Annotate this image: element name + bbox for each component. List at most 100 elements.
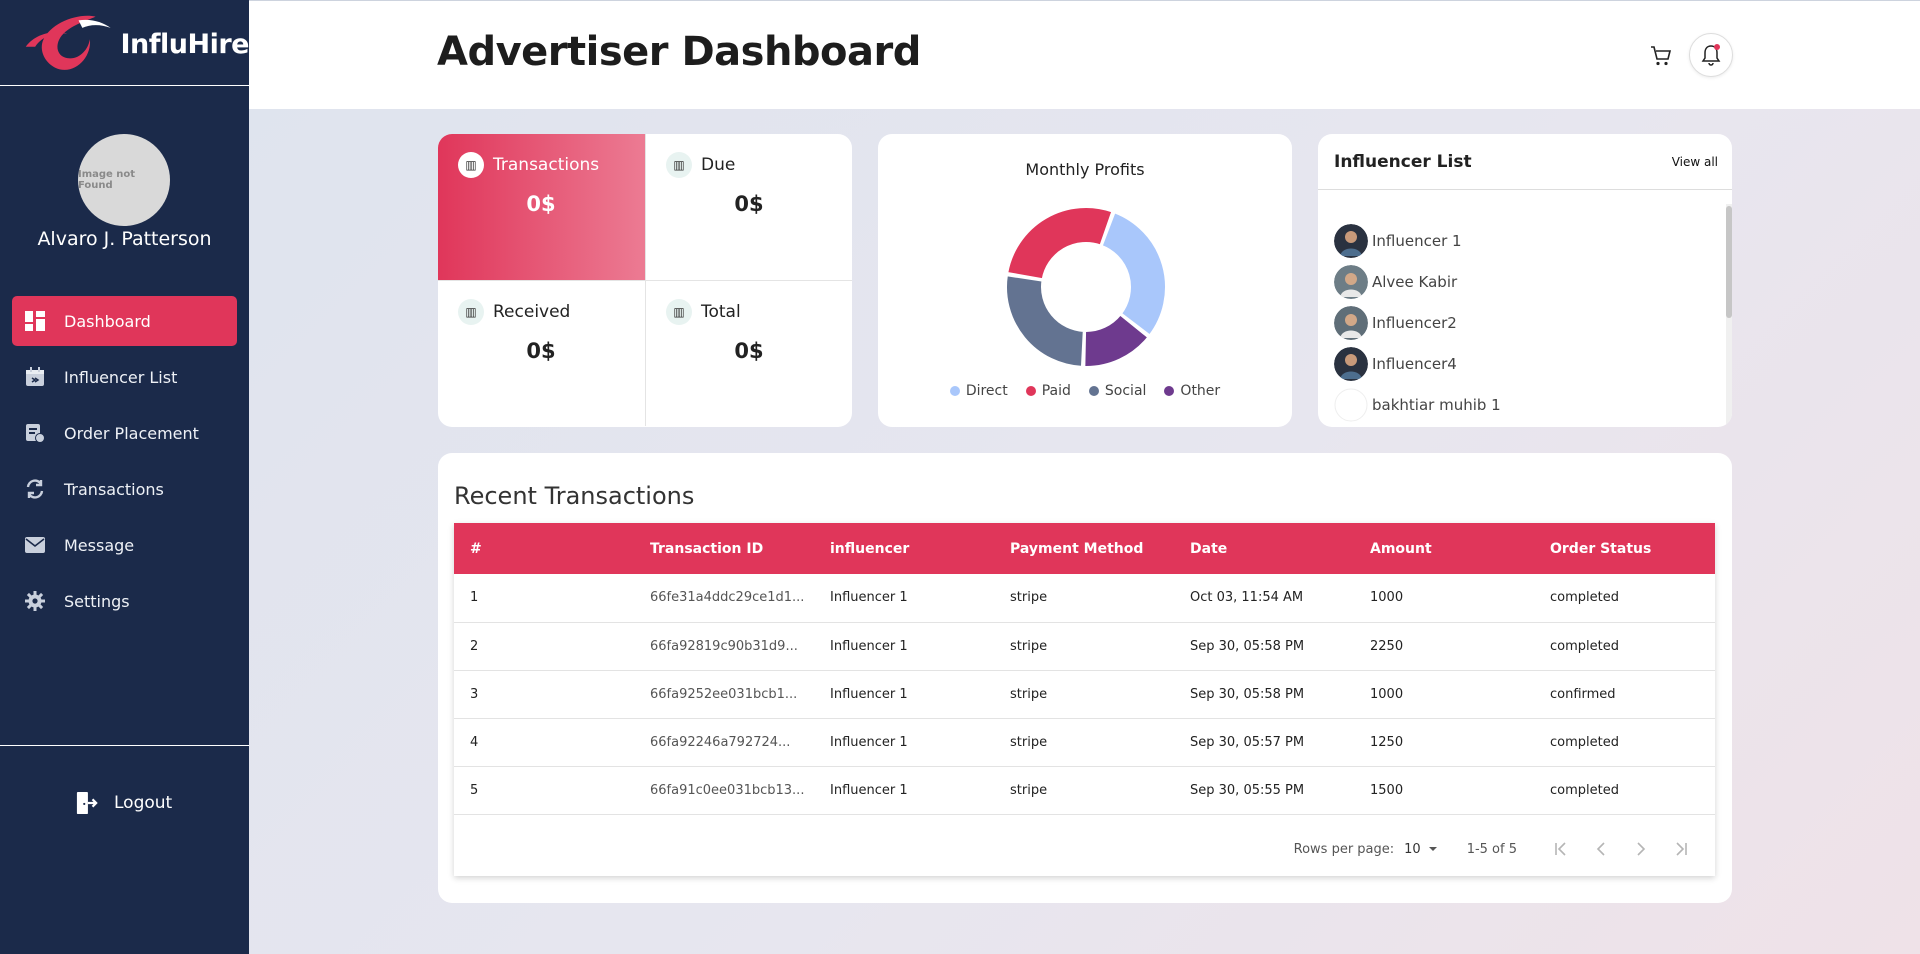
cell-influencer: Influencer 1 — [814, 670, 994, 719]
sidebar-item-message[interactable]: Message — [12, 520, 237, 570]
last-page-icon — [1676, 842, 1687, 856]
cell-amount: 1500 — [1354, 766, 1534, 815]
cell-order-status: completed — [1534, 766, 1715, 815]
view-all-link[interactable]: View all — [1672, 155, 1718, 169]
sidebar-item-influencer-list[interactable]: Influencer List — [12, 352, 237, 402]
section-title: Recent Transactions — [454, 482, 695, 510]
table-row[interactable]: 2 66fa92819c90b31d9... Influencer 1 stri… — [454, 622, 1715, 671]
top-bar: Advertiser Dashboard — [249, 0, 1920, 109]
stat-label: Due — [701, 155, 736, 175]
cell-order-status: completed — [1534, 574, 1715, 623]
user-name: Alvaro J. Patterson — [37, 228, 212, 250]
legend-label: Direct — [965, 383, 1008, 399]
brand-name: InfluHire — [120, 29, 250, 60]
cell-payment-method: stripe — [994, 670, 1174, 719]
sidebar-item-settings[interactable]: Settings — [12, 576, 237, 626]
sidebar-divider — [0, 745, 249, 746]
legend-item-other[interactable]: Other — [1164, 383, 1220, 399]
stat-total[interactable]: ▥ Total 0$ — [645, 280, 852, 426]
rows-per-page-select[interactable]: 10 — [1404, 842, 1443, 857]
column-header[interactable]: Amount — [1354, 523, 1534, 574]
order-icon — [24, 422, 46, 444]
influencer-item[interactable]: Influencer 1 — [1334, 220, 1501, 261]
logout-button[interactable]: Logout — [76, 792, 172, 814]
column-header[interactable]: Transaction ID — [634, 523, 814, 574]
chevron-down-icon — [1428, 847, 1437, 851]
stat-transactions[interactable]: ▥ Transactions 0$ — [438, 134, 645, 280]
influencer-name: Influencer2 — [1372, 313, 1457, 332]
sidebar-item-label: Dashboard — [64, 311, 151, 331]
influencer-item[interactable]: Alvee Kabir — [1334, 261, 1501, 302]
cell-transaction-id: 66fa9252ee031bcb1... — [634, 670, 814, 719]
sidebar-item-label: Message — [64, 535, 135, 555]
donut-slice-paid[interactable] — [1006, 206, 1114, 281]
rows-per-page-label: Rows per page: — [1293, 841, 1395, 857]
donut-slice-social[interactable] — [1005, 274, 1085, 368]
sidebar-item-label: Settings — [64, 591, 130, 611]
cell-transaction-id: 66fa92246a792724... — [634, 718, 814, 767]
legend-item-direct[interactable]: Direct — [949, 383, 1008, 399]
influencer-item[interactable]: Influencer2 — [1334, 302, 1501, 343]
legend-dot — [1164, 386, 1175, 396]
column-header[interactable]: Date — [1174, 523, 1354, 574]
cell-influencer: Influencer 1 — [814, 622, 994, 671]
sidebar-nav: Dashboard Influencer List Order Placemen… — [12, 296, 237, 632]
sidebar-item-label: Transactions — [64, 479, 164, 499]
influencer-name: bakhtiar muhib 1 — [1372, 395, 1501, 414]
cell-payment-method: stripe — [994, 718, 1174, 767]
column-header[interactable]: # — [454, 523, 634, 574]
chart-title: Monthly Profits — [1025, 160, 1145, 179]
profits-donut-chart — [1005, 206, 1167, 368]
cell-date: Sep 30, 05:55 PM — [1174, 766, 1354, 815]
legend-label: Other — [1180, 383, 1221, 399]
calendar-icon — [24, 366, 46, 388]
influencer-name: Influencer 1 — [1372, 231, 1462, 250]
cell-index: 4 — [454, 718, 634, 767]
transactions-table-wrapper: # Transaction ID influencer Payment Meth… — [454, 523, 1715, 876]
table-row[interactable]: 1 66fe31a4ddc29ce1d1... Influencer 1 str… — [454, 574, 1715, 623]
stat-value: 0$ — [526, 192, 556, 216]
cell-transaction-id: 66fa91c0ee031bcb13... — [634, 766, 814, 815]
table-row[interactable]: 5 66fa91c0ee031bcb13... Influencer 1 str… — [454, 766, 1715, 815]
stat-received[interactable]: ▥ Received 0$ — [438, 280, 645, 426]
cell-influencer: Influencer 1 — [814, 718, 994, 767]
avatar — [1334, 223, 1368, 258]
influencer-item[interactable]: Influencer4 — [1334, 343, 1501, 384]
notification-button[interactable] — [1689, 33, 1733, 77]
first-page-button[interactable] — [1541, 842, 1581, 856]
cell-payment-method: stripe — [994, 766, 1174, 815]
next-page-button[interactable] — [1621, 842, 1661, 856]
stat-due[interactable]: ▥ Due 0$ — [645, 134, 852, 280]
prev-page-button[interactable] — [1581, 842, 1621, 856]
scrollbar-thumb[interactable] — [1726, 206, 1732, 318]
sidebar-item-order-placement[interactable]: Order Placement — [12, 408, 237, 458]
sidebar-item-transactions[interactable]: Transactions — [12, 464, 237, 514]
influencer-list-header: Influencer List View all — [1318, 134, 1732, 190]
stat-label: Total — [701, 302, 741, 322]
sidebar-item-label: Influencer List — [64, 367, 178, 387]
donut-slice-direct[interactable] — [1100, 210, 1167, 337]
stat-value: 0$ — [526, 339, 556, 363]
sidebar: InfluHire Image not Found Alvaro J. Patt… — [0, 0, 250, 954]
user-avatar[interactable]: Image not Found — [78, 134, 170, 226]
influencer-list-title: Influencer List — [1334, 151, 1472, 172]
chart-icon: ▥ — [666, 152, 692, 178]
influencer-item[interactable]: bakhtiar muhib 1 — [1334, 384, 1501, 425]
last-page-button[interactable] — [1661, 842, 1701, 856]
brand-logo[interactable]: InfluHire — [0, 0, 250, 86]
table-pagination: Rows per page: 10 1-5 of 5 — [454, 822, 1715, 876]
table-row[interactable]: 4 66fa92246a792724... Influencer 1 strip… — [454, 718, 1715, 767]
chart-icon: ▥ — [458, 299, 484, 325]
logout-icon — [76, 792, 98, 814]
column-header[interactable]: Order Status — [1534, 523, 1715, 574]
avatar — [1334, 264, 1368, 299]
sidebar-item-dashboard[interactable]: Dashboard — [12, 296, 237, 346]
column-header[interactable]: influencer — [814, 523, 994, 574]
brand-mark-icon — [25, 15, 111, 70]
table-row[interactable]: 3 66fa9252ee031bcb1... Influencer 1 stri… — [454, 670, 1715, 719]
cell-order-status: confirmed — [1534, 670, 1715, 719]
cart-button[interactable] — [1649, 44, 1675, 70]
legend-item-social[interactable]: Social — [1088, 383, 1146, 399]
column-header[interactable]: Payment Method — [994, 523, 1174, 574]
legend-item-paid[interactable]: Paid — [1025, 383, 1071, 399]
